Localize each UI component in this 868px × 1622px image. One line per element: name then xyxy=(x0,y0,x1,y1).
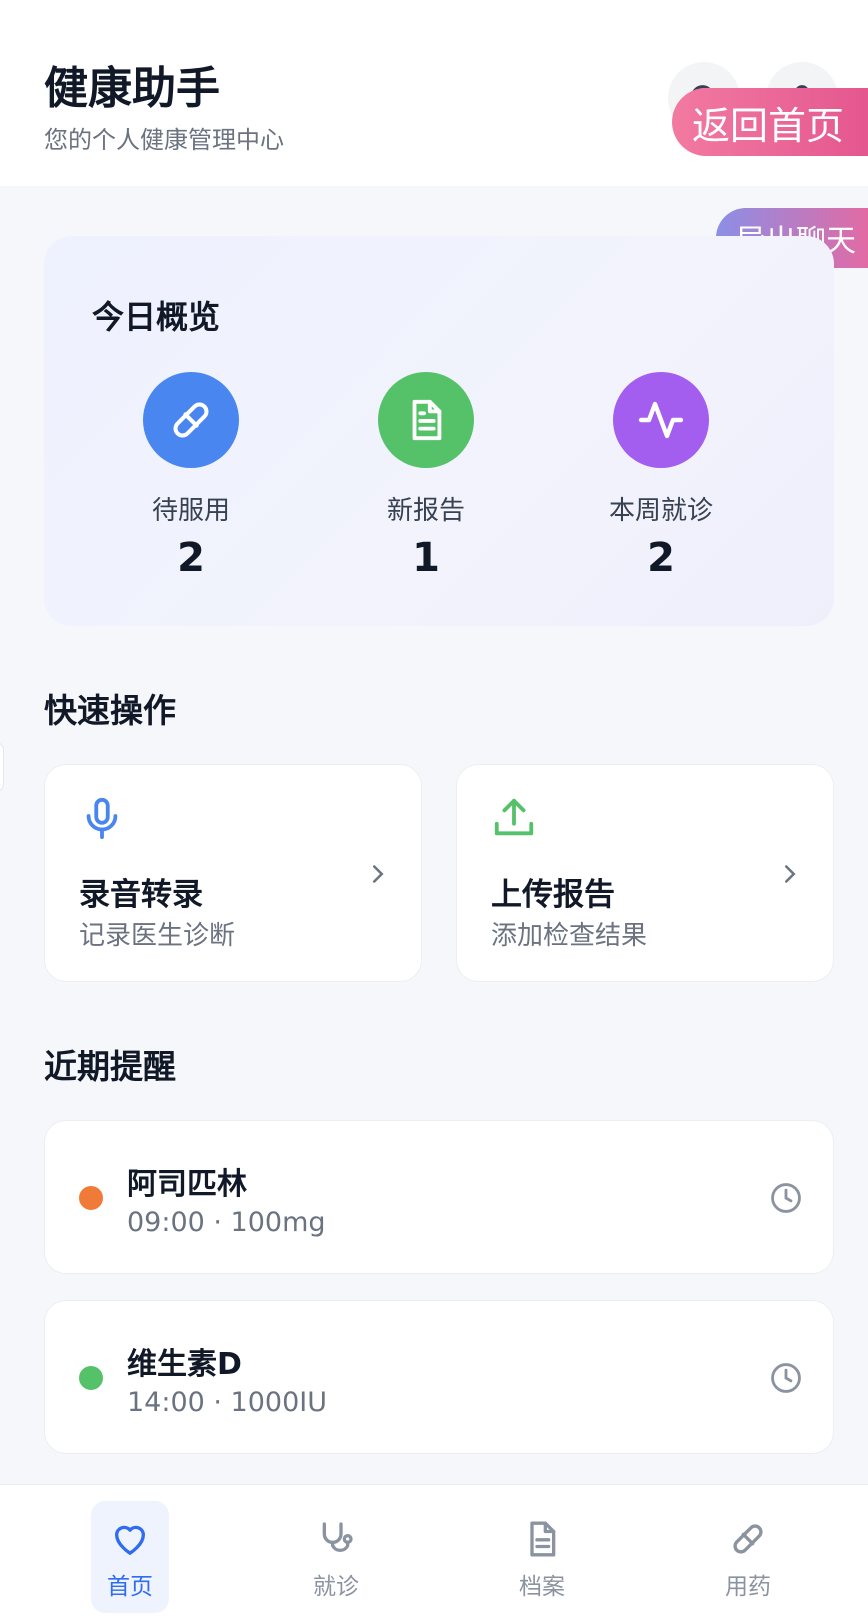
reminder-detail: 09:00 · 100mg xyxy=(127,1207,326,1238)
nav-item-visits[interactable]: 就诊 xyxy=(297,1501,375,1613)
stat-weekly-visits[interactable]: 本周就诊 2 xyxy=(561,372,761,581)
app-subtitle: 您的个人健康管理中心 xyxy=(44,126,284,154)
chevron-right-icon xyxy=(785,865,796,883)
stat-icon-circle xyxy=(613,372,709,468)
reminder-item[interactable]: 维生素D 14:00 · 1000IU xyxy=(44,1300,834,1454)
reminder-name: 维生素D xyxy=(127,1347,242,1382)
stat-label: 本周就诊 xyxy=(608,496,713,526)
voice-transcribe-card[interactable]: 录音转录 记录医生诊断 xyxy=(44,764,422,982)
quick-actions-title: 快速操作 xyxy=(44,691,176,730)
stat-icon-circle xyxy=(378,372,474,468)
nav-item-home[interactable]: 首页 xyxy=(91,1501,169,1613)
stat-pending-meds[interactable]: 待服用 2 xyxy=(91,372,291,581)
stat-value: 1 xyxy=(412,535,440,581)
clock-icon xyxy=(771,1183,801,1213)
side-drawer-handle[interactable] xyxy=(0,742,4,792)
nav-item-medication[interactable]: 用药 xyxy=(709,1501,787,1613)
heart-icon xyxy=(115,1525,145,1555)
nav-label: 首页 xyxy=(107,1574,153,1600)
today-overview-card: 今日概览 待服用 2 新报告 1 本周就诊 2 xyxy=(44,236,834,626)
quick-action-title: 录音转录 xyxy=(79,877,203,913)
pill-icon xyxy=(733,1524,763,1554)
stethoscope-icon xyxy=(322,1522,353,1553)
microphone-icon xyxy=(86,797,118,840)
document-icon xyxy=(530,1521,556,1557)
document-icon xyxy=(412,399,442,441)
activity-icon xyxy=(638,401,684,439)
quick-action-subtitle: 记录医生诊断 xyxy=(79,921,236,951)
reminder-name: 阿司匹林 xyxy=(127,1167,247,1202)
quick-action-title: 上传报告 xyxy=(491,877,615,913)
overview-title: 今日概览 xyxy=(92,298,221,336)
nav-label: 档案 xyxy=(519,1574,565,1600)
pill-icon xyxy=(173,402,209,438)
stat-new-reports[interactable]: 新报告 1 xyxy=(326,372,526,581)
reminder-item[interactable]: 阿司匹林 09:00 · 100mg xyxy=(44,1120,834,1274)
stat-label: 待服用 xyxy=(151,496,230,526)
stat-value: 2 xyxy=(647,535,675,581)
reminder-detail: 14:00 · 1000IU xyxy=(127,1387,327,1418)
bottom-nav: 首页 就诊 档案 用药 xyxy=(0,1484,868,1622)
nav-label: 用药 xyxy=(725,1574,771,1600)
app-title: 健康助手 xyxy=(44,63,220,114)
nav-item-records[interactable]: 档案 xyxy=(503,1501,581,1613)
stat-label: 新报告 xyxy=(386,496,465,526)
reminder-status-dot xyxy=(79,1186,103,1210)
stat-icon-circle xyxy=(143,372,239,468)
reminders-title: 近期提醒 xyxy=(44,1047,176,1086)
upload-report-card[interactable]: 上传报告 添加检查结果 xyxy=(456,764,834,982)
reminder-status-dot xyxy=(79,1366,103,1390)
quick-action-subtitle: 添加检查结果 xyxy=(491,921,648,951)
stat-value: 2 xyxy=(177,535,205,581)
upload-icon xyxy=(494,798,534,836)
nav-label: 就诊 xyxy=(313,1574,359,1600)
clock-icon xyxy=(771,1363,801,1393)
return-home-button[interactable]: 返回首页 xyxy=(672,88,868,156)
chevron-right-icon xyxy=(373,865,384,883)
